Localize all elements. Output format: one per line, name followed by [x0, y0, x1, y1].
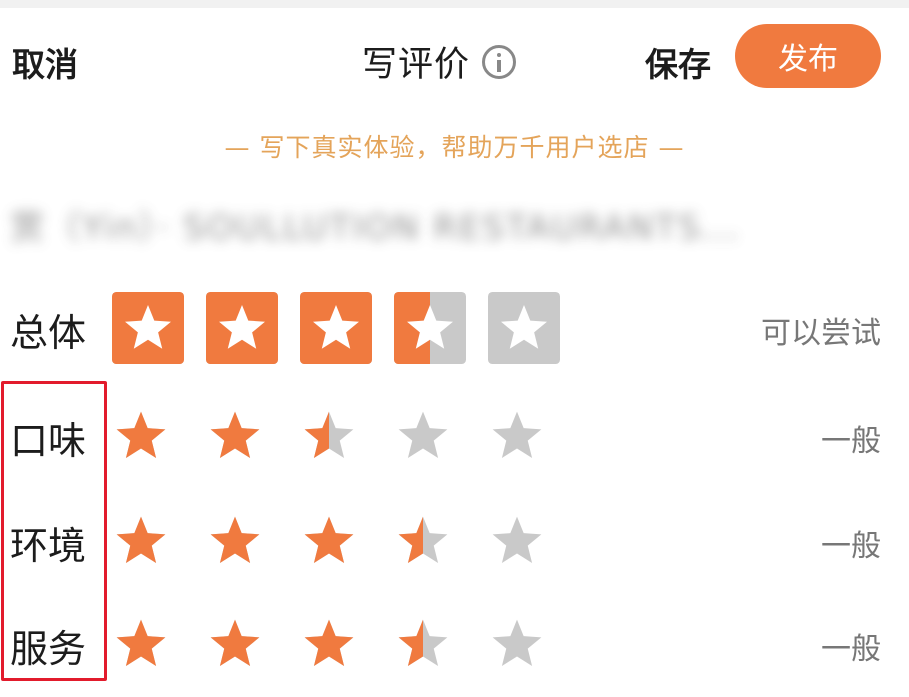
star-icon[interactable] — [300, 512, 358, 570]
rating-row-taste: 口味 一般 — [0, 400, 909, 472]
star-icon[interactable] — [300, 407, 358, 465]
rating-description-taste: 一般 — [821, 424, 881, 459]
rating-description-overall: 可以尝试 — [761, 316, 881, 351]
save-button[interactable]: 保存 — [645, 38, 711, 86]
star-icon[interactable] — [206, 615, 264, 673]
star-icon[interactable] — [112, 615, 170, 673]
info-icon[interactable] — [482, 44, 517, 79]
rating-row-service: 服务 一般 — [0, 608, 909, 680]
star-icon[interactable] — [206, 407, 264, 465]
star-icon[interactable] — [488, 292, 560, 364]
status-strip — [0, 0, 909, 8]
title-group: 写评价 — [362, 36, 517, 87]
star-icon[interactable] — [206, 512, 264, 570]
star-icon[interactable] — [488, 615, 546, 673]
star-icon[interactable] — [394, 407, 452, 465]
rating-row-environment: 环境 一般 — [0, 505, 909, 577]
publish-button[interactable]: 发布 — [735, 24, 881, 88]
rating-label-overall: 总体 — [10, 311, 87, 355]
page-title: 写评价 — [362, 45, 471, 85]
highlight-annotation-box — [1, 381, 107, 681]
star-icon[interactable] — [394, 292, 466, 364]
star-icon[interactable] — [112, 407, 170, 465]
star-icon[interactable] — [488, 407, 546, 465]
header-bar: 取消 写评价 保存 发布 — [0, 8, 909, 104]
star-icon[interactable] — [488, 512, 546, 570]
cancel-button[interactable]: 取消 — [12, 38, 78, 86]
rating-description-service: 一般 — [821, 632, 881, 667]
star-icon[interactable] — [112, 292, 184, 364]
star-icon[interactable] — [300, 615, 358, 673]
rating-description-environment: 一般 — [821, 529, 881, 564]
star-icon[interactable] — [112, 512, 170, 570]
star-icon[interactable] — [300, 292, 372, 364]
star-icon[interactable] — [394, 512, 452, 570]
restaurant-name: 赏（Yin）· SOULLUTION RESTAURANTS... — [10, 208, 740, 248]
tagline: — 写下真实体验，帮助万千用户选店 — — [224, 133, 685, 162]
star-icon[interactable] — [394, 615, 452, 673]
star-icon[interactable] — [206, 292, 278, 364]
rating-row-overall: 总体 可以尝试 — [0, 292, 909, 364]
